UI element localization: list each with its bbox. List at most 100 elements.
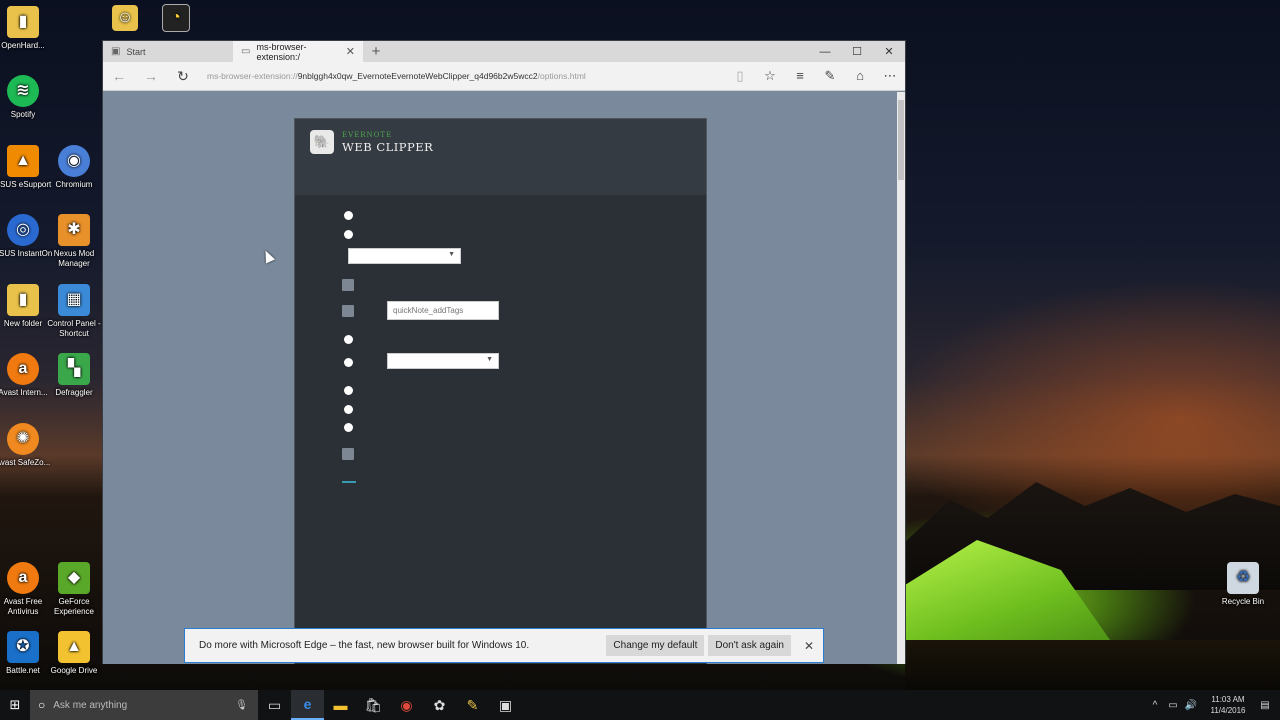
volume-icon[interactable]: 🔊 (1182, 700, 1200, 711)
task-view-icon[interactable]: ▭ (258, 690, 291, 720)
desktop-icon-openhard[interactable]: ▮ OpenHard... (0, 6, 53, 51)
tab-label: Start (126, 46, 146, 57)
store-icon[interactable]: 🛍 (357, 690, 390, 720)
web-note-icon[interactable]: ✎ (815, 68, 845, 84)
desktop-icon-label: Defraggler (55, 388, 93, 397)
option-radio-7[interactable] (344, 423, 353, 432)
search-placeholder: Ask me anything (53, 699, 128, 711)
toolbar: ▯ ☆ ≡ ✎ ⌂ ⋯ (725, 68, 905, 84)
pen-app-icon[interactable]: ✎ (456, 690, 489, 720)
desktop-icon-speedometer[interactable]: ◔ (146, 4, 206, 35)
maximize-icon[interactable]: ☐ (841, 41, 873, 62)
action-center-icon[interactable]: ▤ (1256, 700, 1274, 711)
hub-icon[interactable]: ≡ (785, 68, 815, 84)
close-window-icon[interactable]: ✕ (873, 41, 905, 62)
desktop-icon-nexus[interactable]: ✱ Nexus Mod Manager (44, 214, 104, 269)
defraggler-icon: ▚ (58, 353, 90, 385)
desktop-icon-label: Avast Intern... (0, 388, 48, 397)
reading-view-icon[interactable]: ▯ (725, 68, 755, 84)
dropdown-arrow-icon: ▼ (486, 356, 493, 363)
desktop-icon-recycle-bin[interactable]: ♻ Recycle Bin (1213, 562, 1273, 607)
taskbar: ⊞ ○ Ask me anything 🎙 ▭ e ▬ 🛍 ◉ ✿ ✎ ▣ ^ … (0, 690, 1280, 720)
tab-extension[interactable]: ▭ ms-browser-extension:/ ✕ (233, 41, 363, 62)
option-radio-1[interactable] (344, 211, 353, 220)
url-prefix: ms-browser-extension:// (207, 71, 298, 81)
desktop-icon-geforce[interactable]: ◆ GeForce Experience (44, 562, 104, 617)
user-folder-icon: ☺ (112, 5, 138, 31)
desktop-icon-label: OpenHard... (1, 41, 45, 50)
google-drive-icon: ▲ (58, 631, 90, 663)
option-radio-2[interactable] (344, 230, 353, 239)
page-scrollbar[interactable] (897, 92, 905, 664)
tab-label: ms-browser-extension:/ (256, 41, 307, 62)
asus-icon: ◎ (7, 214, 39, 246)
edge-window: ▣ Start ▭ ms-browser-extension:/ ✕ + — ☐… (102, 40, 906, 664)
option-radio-5[interactable] (344, 386, 353, 395)
network-icon[interactable]: ▭ (1164, 700, 1182, 711)
close-tab-icon[interactable]: ✕ (346, 45, 355, 58)
accent-divider (342, 481, 356, 483)
desktop-icon-label: Spotify (10, 110, 36, 119)
panel-header: 🐘 EVERNOTE WEB CLIPPER (295, 119, 706, 195)
page-icon: ▭ (241, 46, 251, 57)
option-radio-3[interactable] (344, 335, 353, 344)
tab-bar: ▣ Start ▭ ms-browser-extension:/ ✕ + — ☐… (103, 41, 905, 62)
url-field[interactable]: ms-browser-extension://9nblggh4x0qw_Ever… (207, 71, 725, 81)
tags-input[interactable]: quickNote_addTags (387, 301, 499, 320)
folder-icon: ▮ (7, 284, 39, 316)
address-bar: ← → ↻ ms-browser-extension://9nblggh4x0q… (103, 62, 905, 91)
option-dropdown-1[interactable]: ▼ (348, 248, 461, 264)
minimize-icon[interactable]: — (809, 41, 841, 62)
app-icon[interactable]: ✿ (423, 690, 456, 720)
chrome-icon[interactable]: ◉ (390, 690, 423, 720)
cortana-icon: ○ (38, 698, 46, 712)
notification-message: Do more with Microsoft Edge – the fast, … (199, 640, 530, 651)
url-host: 9nblggh4x0qw_EvernoteEvernoteWebClipper_… (297, 71, 538, 81)
desktop-icon-spotify[interactable]: ≋ Spotify (0, 75, 53, 120)
scrollbar-thumb[interactable] (898, 100, 904, 180)
dont-ask-again-button[interactable]: Don't ask again (708, 635, 791, 656)
option-dropdown-2[interactable]: ▼ (387, 353, 499, 369)
vlc-icon: ▲ (7, 145, 39, 177)
favorite-star-icon[interactable]: ☆ (755, 68, 785, 84)
cortana-search-box[interactable]: ○ Ask me anything 🎙 (30, 690, 258, 720)
tray-chevron-icon[interactable]: ^ (1146, 700, 1164, 711)
option-radio-6[interactable] (344, 405, 353, 414)
new-tab-icon[interactable]: + (363, 41, 389, 62)
option-checkbox-2[interactable] (342, 305, 354, 317)
page-viewport: 🐘 EVERNOTE WEB CLIPPER ▼ quickNote_addTa… (103, 92, 897, 664)
clock-time: 11:03 AM (1211, 695, 1245, 704)
avast-safezone-icon: ✺ (7, 423, 39, 455)
desktop-icon-label: Google Drive (50, 666, 98, 675)
edge-taskbar-icon[interactable]: e (291, 690, 324, 720)
option-checkbox-1[interactable] (342, 279, 354, 291)
refresh-icon[interactable]: ↻ (167, 68, 199, 85)
desktop-icon-label: Recycle Bin (1221, 597, 1265, 606)
back-icon[interactable]: ← (103, 68, 135, 84)
photos-icon[interactable]: ▣ (489, 690, 522, 720)
windows-start-icon[interactable]: ⊞ (0, 690, 30, 720)
desktop-icon-chromium[interactable]: ◉ Chromium (44, 145, 104, 190)
share-icon[interactable]: ⌂ (845, 68, 875, 84)
option-radio-4[interactable] (344, 358, 353, 367)
recycle-bin-icon: ♻ (1227, 562, 1259, 594)
desktop-icon-avast-safezone[interactable]: ✺ Avast SafeZo... (0, 423, 53, 468)
chromium-icon: ◉ (58, 145, 90, 177)
brand-web-clipper: WEB CLIPPER (342, 140, 434, 154)
file-explorer-icon[interactable]: ▬ (324, 690, 357, 720)
edge-default-notification: Do more with Microsoft Edge – the fast, … (184, 628, 824, 663)
battlenet-icon: ✪ (7, 631, 39, 663)
start-page-icon: ▣ (111, 46, 121, 57)
desktop-icon-control-panel[interactable]: ▦ Control Panel - Shortcut (44, 284, 104, 339)
close-icon[interactable]: ✕ (795, 639, 823, 653)
forward-icon[interactable]: → (135, 68, 167, 84)
microphone-icon[interactable]: 🎙 (235, 700, 248, 711)
desktop-icon-defraggler[interactable]: ▚ Defraggler (44, 353, 104, 398)
desktop-icon-google-drive[interactable]: ▲ Google Drive (44, 631, 104, 676)
clock[interactable]: 11:03 AM 11/4/2016 (1200, 694, 1256, 716)
tab-start[interactable]: ▣ Start (103, 41, 233, 62)
option-checkbox-3[interactable] (342, 448, 354, 460)
more-icon[interactable]: ⋯ (875, 68, 905, 84)
change-default-button[interactable]: Change my default (606, 635, 705, 656)
avast-icon: a (7, 353, 39, 385)
